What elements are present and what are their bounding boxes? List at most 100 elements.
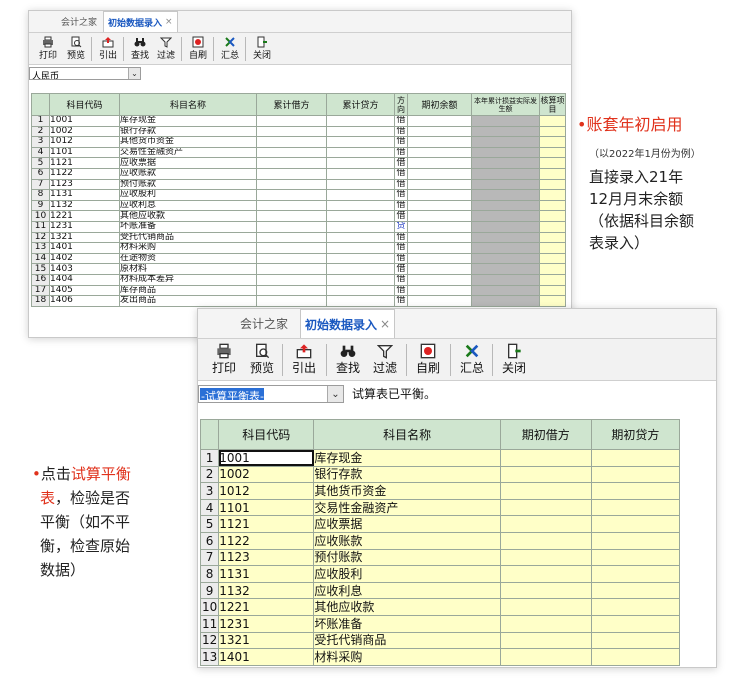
table-row[interactable]: 7 1123 预付账款: [199, 548, 681, 567]
col-header-code[interactable]: 科目代码: [49, 93, 120, 116]
table-row[interactable]: 17 1405 库存商品 借: [31, 284, 566, 297]
opening-credit-cell[interactable]: [590, 614, 681, 633]
direction-cell[interactable]: 借: [394, 115, 408, 127]
cumulative-debit-cell[interactable]: [256, 231, 327, 244]
account-code-cell[interactable]: 1122: [49, 167, 120, 180]
check-item-cell[interactable]: [539, 242, 566, 254]
account-name-cell[interactable]: 库存现金: [313, 449, 501, 467]
account-name-cell[interactable]: 材料采购: [313, 648, 501, 666]
opening-debit-cell[interactable]: [499, 631, 592, 650]
cumulative-credit-cell[interactable]: [326, 220, 395, 233]
preview-button[interactable]: 预览: [67, 36, 85, 61]
export-button[interactable]: 引出: [292, 343, 316, 376]
account-name-cell[interactable]: 应收票据: [119, 157, 257, 169]
cumulative-credit-cell[interactable]: [326, 284, 395, 297]
opening-balance-cell[interactable]: [407, 146, 472, 159]
print-button[interactable]: 打印: [39, 36, 57, 61]
account-code-cell[interactable]: 1001: [218, 449, 315, 467]
col-header-debit[interactable]: 累计借方: [256, 93, 327, 116]
account-code-cell[interactable]: 1321: [49, 231, 120, 244]
cumulative-credit-cell[interactable]: [326, 231, 395, 244]
check-item-cell[interactable]: [539, 210, 566, 222]
close-button[interactable]: 关闭: [253, 36, 271, 61]
account-code-cell[interactable]: 1401: [218, 648, 315, 666]
opening-credit-cell[interactable]: [590, 531, 681, 550]
table-row[interactable]: 4 1101 交易性金融资产: [199, 498, 681, 517]
account-name-cell[interactable]: 其他应收款: [313, 598, 501, 616]
table-row[interactable]: 7 1123 预付账款 借: [31, 178, 566, 191]
account-code-cell[interactable]: 1001: [49, 115, 120, 127]
direction-cell[interactable]: 借: [394, 167, 408, 180]
opening-balance-cell[interactable]: [407, 189, 472, 201]
account-code-cell[interactable]: 1403: [49, 263, 120, 275]
account-name-cell[interactable]: 材料成本差异: [119, 273, 257, 286]
pl-cell[interactable]: [471, 242, 540, 254]
account-name-cell[interactable]: 材料采购: [119, 242, 257, 254]
table-row[interactable]: 1 1001 库存现金: [199, 449, 681, 467]
account-name-cell[interactable]: 银行存款: [119, 125, 257, 138]
pl-cell[interactable]: [471, 146, 540, 159]
direction-cell[interactable]: 借: [394, 231, 408, 244]
account-code-cell[interactable]: 1132: [218, 581, 315, 600]
table-row[interactable]: 11 1231 坏账准备 贷: [31, 220, 566, 233]
table-row[interactable]: 12 1321 受托代销商品: [199, 631, 681, 650]
opening-balance-cell[interactable]: [407, 167, 472, 180]
close-button[interactable]: 关闭: [502, 343, 526, 376]
cumulative-credit-cell[interactable]: [326, 167, 395, 180]
account-code-cell[interactable]: 1121: [218, 515, 315, 533]
check-item-cell[interactable]: [539, 295, 566, 307]
table-row[interactable]: 3 1012 其他货币资金 借: [31, 136, 566, 148]
account-code-cell[interactable]: 1132: [49, 199, 120, 212]
col-header-opening-credit[interactable]: 期初贷方: [590, 419, 681, 450]
cumulative-credit-cell[interactable]: [326, 146, 395, 159]
close-icon[interactable]: ×: [165, 17, 173, 27]
table-row[interactable]: 3 1012 其他货币资金: [199, 482, 681, 500]
close-icon[interactable]: ×: [380, 317, 390, 331]
account-code-cell[interactable]: 1012: [49, 136, 120, 148]
table-row[interactable]: 8 1131 应收股利: [199, 565, 681, 583]
opening-balance-cell[interactable]: [407, 242, 472, 254]
table-row[interactable]: 18 1406 发出商品 借: [31, 295, 566, 307]
account-name-cell[interactable]: 应收利息: [119, 199, 257, 212]
account-code-cell[interactable]: 1406: [49, 295, 120, 307]
check-item-cell[interactable]: [539, 115, 566, 127]
col-header-check[interactable]: 核算项目: [539, 93, 566, 116]
direction-cell[interactable]: 贷: [394, 220, 408, 233]
table-row[interactable]: 11 1231 坏账准备: [199, 614, 681, 633]
print-button[interactable]: 打印: [212, 343, 236, 376]
account-code-cell[interactable]: 1321: [218, 631, 315, 650]
check-item-cell[interactable]: [539, 189, 566, 201]
opening-debit-cell[interactable]: [499, 531, 592, 550]
pl-cell[interactable]: [471, 136, 540, 148]
cumulative-debit-cell[interactable]: [256, 252, 327, 265]
cumulative-debit-cell[interactable]: [256, 220, 327, 233]
opening-balance-cell[interactable]: [407, 136, 472, 148]
cumulative-debit-cell[interactable]: [256, 284, 327, 297]
check-item-cell[interactable]: [539, 146, 566, 159]
col-header-direction[interactable]: 方向: [394, 93, 408, 116]
pl-cell[interactable]: [471, 273, 540, 286]
pl-cell[interactable]: [471, 125, 540, 138]
chevron-down-icon[interactable]: ⌄: [327, 386, 343, 402]
account-code-cell[interactable]: 1002: [218, 465, 315, 484]
direction-cell[interactable]: 借: [394, 199, 408, 212]
tab-initial-data[interactable]: 初始数据录入 ×: [103, 11, 178, 32]
opening-debit-cell[interactable]: [499, 515, 592, 533]
account-name-cell[interactable]: 库存现金: [119, 115, 257, 127]
account-code-cell[interactable]: 1123: [218, 548, 315, 567]
pl-cell[interactable]: [471, 167, 540, 180]
opening-credit-cell[interactable]: [590, 565, 681, 583]
account-code-cell[interactable]: 1131: [218, 565, 315, 583]
account-name-cell[interactable]: 在途物资: [119, 252, 257, 265]
cumulative-credit-cell[interactable]: [326, 157, 395, 169]
account-name-cell[interactable]: 交易性金融资产: [119, 146, 257, 159]
opening-debit-cell[interactable]: [499, 581, 592, 600]
account-code-cell[interactable]: 1002: [49, 125, 120, 138]
account-code-cell[interactable]: 1404: [49, 273, 120, 286]
opening-credit-cell[interactable]: [590, 631, 681, 650]
tab-initial-data[interactable]: 初始数据录入 ×: [300, 309, 396, 338]
opening-balance-cell[interactable]: [407, 273, 472, 286]
opening-credit-cell[interactable]: [590, 465, 681, 484]
opening-balance-cell[interactable]: [407, 220, 472, 233]
account-name-cell[interactable]: 其他货币资金: [313, 482, 501, 500]
